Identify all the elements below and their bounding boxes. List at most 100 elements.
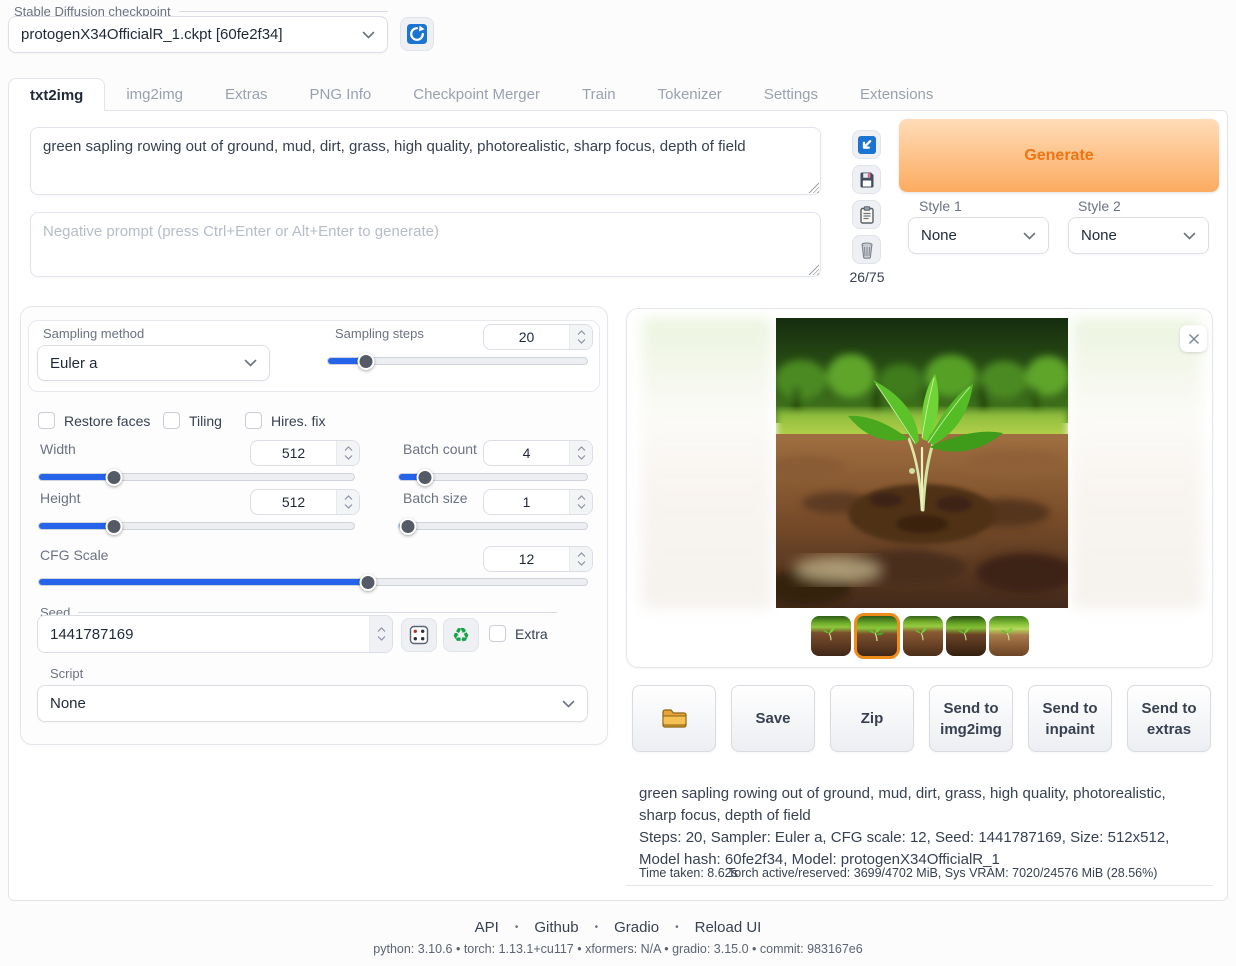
generate-button[interactable]: Generate bbox=[899, 119, 1219, 192]
restore-faces-checkbox[interactable]: Restore faces bbox=[38, 412, 150, 429]
chevron-down-icon bbox=[1023, 232, 1036, 240]
tab-img2img[interactable]: img2img bbox=[105, 78, 204, 111]
cfg-scale-spinner[interactable] bbox=[569, 547, 592, 571]
tab-extras[interactable]: Extras bbox=[204, 78, 289, 111]
sampling-method-dropdown[interactable]: Euler a bbox=[37, 345, 270, 381]
cfg-scale-label: CFG Scale bbox=[40, 547, 108, 563]
apply-style-button[interactable] bbox=[852, 200, 881, 229]
tab-settings[interactable]: Settings bbox=[743, 78, 839, 111]
refresh-checkpoint-button[interactable] bbox=[400, 17, 434, 51]
height-spinner[interactable] bbox=[336, 490, 359, 514]
style1-label: Style 1 bbox=[919, 198, 962, 214]
checkbox-box[interactable] bbox=[245, 412, 262, 429]
dice-icon bbox=[409, 625, 429, 645]
clear-prompt-button[interactable] bbox=[852, 235, 881, 264]
send-to-inpaint-button[interactable]: Send to inpaint bbox=[1028, 685, 1112, 752]
seed-spinner[interactable] bbox=[369, 616, 392, 652]
tab-extensions[interactable]: Extensions bbox=[839, 78, 954, 111]
send-to-img2img-button[interactable]: Send to img2img bbox=[929, 685, 1013, 752]
send-to-extras-button[interactable]: Send to extras bbox=[1127, 685, 1211, 752]
prompt-input[interactable]: green sapling rowing out of ground, mud,… bbox=[30, 127, 821, 195]
spinner-up-icon bbox=[377, 627, 386, 633]
batch-size-label: Batch size bbox=[403, 490, 468, 506]
checkbox-box[interactable] bbox=[163, 412, 180, 429]
batch-count-input[interactable]: 4 bbox=[483, 440, 593, 466]
footer-link-api[interactable]: API bbox=[475, 919, 499, 936]
output-info-params: Steps: 20, Sampler: Euler a, CFG scale: … bbox=[639, 827, 1201, 871]
zip-button[interactable]: Zip bbox=[830, 685, 914, 752]
tab-train[interactable]: Train bbox=[561, 78, 637, 111]
token-counter: 26/75 bbox=[845, 269, 889, 285]
batch-count-label: Batch count bbox=[403, 441, 477, 457]
batch-size-slider[interactable] bbox=[398, 518, 588, 534]
checkbox-box[interactable] bbox=[489, 625, 506, 642]
generated-image[interactable] bbox=[776, 318, 1068, 608]
spinner-down-icon bbox=[577, 503, 586, 509]
seed-input[interactable]: 1441787169 bbox=[37, 615, 393, 653]
sampling-steps-input[interactable]: 20 bbox=[483, 324, 593, 350]
hires-fix-checkbox[interactable]: Hires. fix bbox=[245, 412, 325, 429]
checkbox-box[interactable] bbox=[38, 412, 55, 429]
sampling-steps-slider[interactable] bbox=[327, 353, 588, 369]
tab-tokenizer[interactable]: Tokenizer bbox=[637, 78, 743, 111]
batch-count-slider[interactable] bbox=[398, 469, 588, 485]
sampling-steps-label: Sampling steps bbox=[335, 326, 424, 341]
batch-count-spinner[interactable] bbox=[569, 441, 592, 465]
extra-seed-checkbox[interactable]: Extra bbox=[489, 625, 548, 642]
width-slider[interactable] bbox=[38, 469, 355, 485]
spinner-up-icon bbox=[577, 330, 586, 336]
open-folder-button[interactable] bbox=[632, 685, 716, 752]
tiling-checkbox[interactable]: Tiling bbox=[163, 412, 222, 429]
cfg-scale-slider[interactable] bbox=[38, 574, 588, 590]
chevron-down-icon bbox=[362, 31, 375, 39]
style2-dropdown[interactable]: None bbox=[1068, 217, 1209, 254]
negative-prompt-input[interactable] bbox=[30, 212, 821, 277]
spinner-up-icon bbox=[344, 446, 353, 452]
thumbnail-strip bbox=[626, 612, 1213, 660]
footer-link-github[interactable]: Github bbox=[534, 919, 578, 936]
footer-separator: • bbox=[675, 922, 679, 933]
spinner-up-icon bbox=[577, 495, 586, 501]
batch-size-spinner[interactable] bbox=[569, 490, 592, 514]
chevron-down-icon bbox=[562, 700, 575, 708]
checkpoint-dropdown[interactable]: protogenX34OfficialR_1.ckpt [60fe2f34] bbox=[8, 16, 388, 53]
read-parameters-button[interactable] bbox=[852, 130, 881, 159]
height-input[interactable]: 512 bbox=[250, 489, 360, 515]
sampling-steps-spinner[interactable] bbox=[569, 325, 592, 349]
batch-size-input[interactable]: 1 bbox=[483, 489, 593, 515]
spinner-down-icon bbox=[577, 560, 586, 566]
height-slider[interactable] bbox=[38, 518, 355, 534]
random-seed-button[interactable] bbox=[401, 618, 437, 652]
width-input[interactable]: 512 bbox=[250, 440, 360, 466]
sampling-method-label: Sampling method bbox=[43, 326, 144, 341]
spinner-up-icon bbox=[577, 552, 586, 558]
tab-checkpoint-merger[interactable]: Checkpoint Merger bbox=[392, 78, 561, 111]
script-dropdown[interactable]: None bbox=[37, 685, 588, 722]
folder-icon bbox=[661, 708, 688, 729]
recycle-icon: ♻ bbox=[452, 625, 470, 645]
style1-dropdown[interactable]: None bbox=[908, 217, 1049, 254]
save-style-button[interactable] bbox=[852, 165, 881, 194]
close-gallery-button[interactable] bbox=[1180, 325, 1207, 352]
spinner-down-icon bbox=[344, 503, 353, 509]
spinner-down-icon bbox=[344, 454, 353, 460]
reuse-seed-button[interactable]: ♻ bbox=[443, 618, 479, 652]
footer-version-info: python: 3.10.6 • torch: 1.13.1+cu117 • x… bbox=[0, 942, 1236, 956]
tab-png-info[interactable]: PNG Info bbox=[289, 78, 393, 111]
thumbnail-1[interactable] bbox=[811, 616, 851, 656]
cfg-scale-input[interactable]: 12 bbox=[483, 546, 593, 572]
footer-link-reload-ui[interactable]: Reload UI bbox=[695, 919, 762, 936]
thumbnail-5[interactable] bbox=[989, 616, 1029, 656]
output-info-vram: Torch active/reserved: 3699/4702 MiB, Sy… bbox=[728, 866, 1157, 880]
thumbnail-3[interactable] bbox=[903, 616, 943, 656]
footer-link-gradio[interactable]: Gradio bbox=[614, 919, 659, 936]
footer-links: API • Github • Gradio • Reload UI bbox=[0, 919, 1236, 936]
width-spinner[interactable] bbox=[336, 441, 359, 465]
chevron-down-icon bbox=[1183, 232, 1196, 240]
tab-bar: txt2img img2img Extras PNG Info Checkpoi… bbox=[8, 78, 954, 111]
thumbnail-2-selected[interactable] bbox=[854, 613, 900, 659]
close-icon bbox=[1188, 333, 1200, 345]
save-button[interactable]: Save bbox=[731, 685, 815, 752]
tab-txt2img[interactable]: txt2img bbox=[8, 78, 105, 111]
thumbnail-4[interactable] bbox=[946, 616, 986, 656]
